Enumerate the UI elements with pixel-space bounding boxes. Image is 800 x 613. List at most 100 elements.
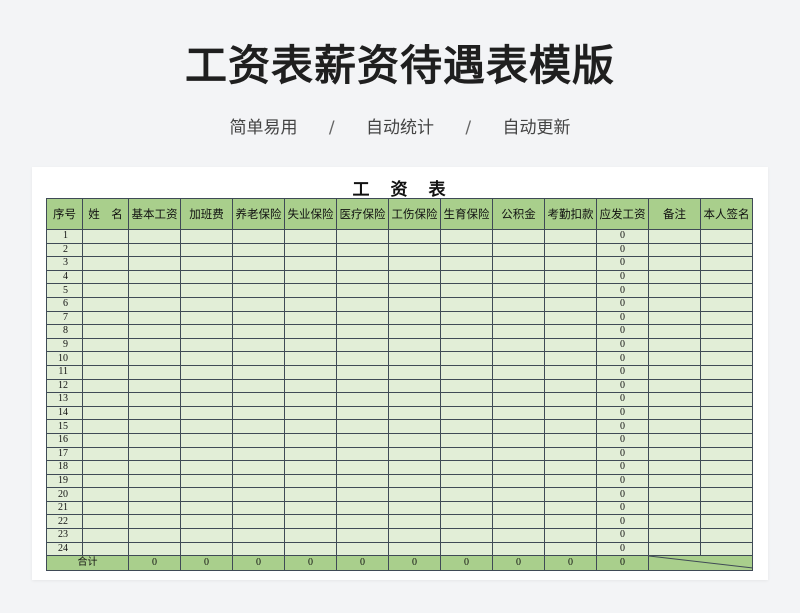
- data-cell[interactable]: [440, 528, 493, 543]
- data-cell[interactable]: [388, 269, 441, 285]
- data-cell[interactable]: [82, 460, 129, 475]
- data-cell[interactable]: [232, 364, 285, 380]
- data-cell[interactable]: [180, 392, 233, 407]
- data-cell[interactable]: [440, 229, 493, 244]
- data-cell[interactable]: [544, 473, 597, 489]
- data-cell[interactable]: [284, 256, 337, 271]
- data-cell[interactable]: [388, 310, 441, 326]
- data-cell[interactable]: [648, 419, 701, 434]
- data-cell[interactable]: [128, 514, 181, 530]
- data-cell[interactable]: [388, 283, 441, 298]
- data-cell[interactable]: [700, 473, 753, 489]
- data-cell[interactable]: [232, 541, 285, 557]
- data-cell[interactable]: [544, 337, 597, 353]
- data-cell[interactable]: [82, 487, 129, 502]
- data-cell[interactable]: [700, 256, 753, 271]
- data-cell[interactable]: [336, 324, 389, 339]
- data-cell[interactable]: [284, 528, 337, 543]
- data-cell[interactable]: [440, 460, 493, 475]
- data-cell[interactable]: [82, 405, 129, 421]
- data-cell[interactable]: [700, 487, 753, 502]
- data-cell[interactable]: [128, 446, 181, 462]
- data-cell[interactable]: [388, 419, 441, 434]
- data-cell[interactable]: [440, 419, 493, 434]
- payable-cell[interactable]: 0: [596, 500, 649, 516]
- data-cell[interactable]: [492, 405, 545, 421]
- data-cell[interactable]: [232, 528, 285, 543]
- data-cell[interactable]: [492, 256, 545, 271]
- data-cell[interactable]: [544, 256, 597, 271]
- data-cell[interactable]: [648, 473, 701, 489]
- data-cell[interactable]: [180, 541, 233, 557]
- data-cell[interactable]: [700, 460, 753, 475]
- data-cell[interactable]: [284, 392, 337, 407]
- data-cell[interactable]: [180, 296, 233, 312]
- data-cell[interactable]: [82, 500, 129, 516]
- data-cell[interactable]: [492, 528, 545, 543]
- data-cell[interactable]: [82, 229, 129, 244]
- data-cell[interactable]: [492, 487, 545, 502]
- data-cell[interactable]: [180, 460, 233, 475]
- data-cell[interactable]: [544, 405, 597, 421]
- data-cell[interactable]: [336, 256, 389, 271]
- data-cell[interactable]: [492, 419, 545, 434]
- data-cell[interactable]: [440, 500, 493, 516]
- data-cell[interactable]: [232, 351, 285, 366]
- data-cell[interactable]: [388, 229, 441, 244]
- data-cell[interactable]: [284, 487, 337, 502]
- data-cell[interactable]: [648, 256, 701, 271]
- data-cell[interactable]: [284, 229, 337, 244]
- data-cell[interactable]: [700, 283, 753, 298]
- data-cell[interactable]: [440, 473, 493, 489]
- payable-cell[interactable]: 0: [596, 310, 649, 326]
- data-cell[interactable]: [544, 392, 597, 407]
- data-cell[interactable]: [700, 432, 753, 448]
- data-cell[interactable]: [284, 514, 337, 530]
- payable-cell[interactable]: 0: [596, 229, 649, 244]
- data-cell[interactable]: [284, 405, 337, 421]
- data-cell[interactable]: [180, 487, 233, 502]
- data-cell[interactable]: [128, 500, 181, 516]
- data-cell[interactable]: [128, 392, 181, 407]
- data-cell[interactable]: [388, 392, 441, 407]
- data-cell[interactable]: [232, 514, 285, 530]
- data-cell[interactable]: [544, 487, 597, 502]
- data-cell[interactable]: [284, 460, 337, 475]
- data-cell[interactable]: [336, 432, 389, 448]
- data-cell[interactable]: [544, 528, 597, 543]
- data-cell[interactable]: [388, 351, 441, 366]
- data-cell[interactable]: [700, 514, 753, 530]
- payable-cell[interactable]: 0: [596, 364, 649, 380]
- data-cell[interactable]: [648, 500, 701, 516]
- data-cell[interactable]: [544, 446, 597, 462]
- data-cell[interactable]: [492, 283, 545, 298]
- data-cell[interactable]: [128, 473, 181, 489]
- data-cell[interactable]: [336, 514, 389, 530]
- data-cell[interactable]: [388, 337, 441, 353]
- data-cell[interactable]: [82, 283, 129, 298]
- data-cell[interactable]: [180, 419, 233, 434]
- data-cell[interactable]: [388, 487, 441, 502]
- payable-cell[interactable]: 0: [596, 473, 649, 489]
- data-cell[interactable]: [232, 269, 285, 285]
- data-cell[interactable]: [648, 432, 701, 448]
- payable-cell[interactable]: 0: [596, 487, 649, 502]
- data-cell[interactable]: [648, 514, 701, 530]
- data-cell[interactable]: [388, 296, 441, 312]
- data-cell[interactable]: [492, 460, 545, 475]
- data-cell[interactable]: [284, 310, 337, 326]
- data-cell[interactable]: [180, 310, 233, 326]
- data-cell[interactable]: [440, 405, 493, 421]
- data-cell[interactable]: [128, 378, 181, 394]
- data-cell[interactable]: [492, 392, 545, 407]
- data-cell[interactable]: [82, 473, 129, 489]
- data-cell[interactable]: [82, 541, 129, 557]
- data-cell[interactable]: [336, 473, 389, 489]
- data-cell[interactable]: [82, 364, 129, 380]
- payable-cell[interactable]: 0: [596, 446, 649, 462]
- data-cell[interactable]: [284, 378, 337, 394]
- data-cell[interactable]: [700, 351, 753, 366]
- data-cell[interactable]: [180, 283, 233, 298]
- payable-cell[interactable]: 0: [596, 419, 649, 434]
- data-cell[interactable]: [284, 364, 337, 380]
